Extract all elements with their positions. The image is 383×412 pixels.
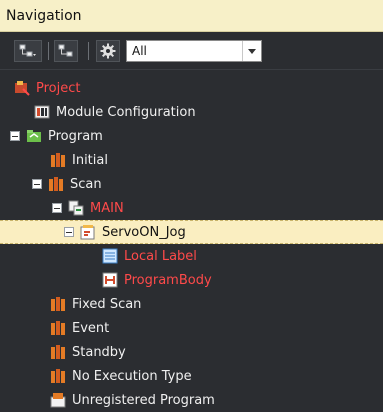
tree-item-standby[interactable]: Standby (0, 340, 383, 364)
program-type-icon (51, 369, 65, 383)
toolbar-separator (88, 42, 89, 60)
tree-expand-icon (19, 44, 36, 57)
tree-item-program-body[interactable]: ProgramBody (0, 268, 383, 292)
tree-item-label: No Execution Type (72, 368, 192, 384)
settings-icon (100, 43, 116, 59)
project-icon (15, 81, 30, 96)
tree-item-label: MAIN (90, 200, 124, 216)
collapse-toggle-icon[interactable] (10, 131, 20, 141)
program-type-icon (51, 345, 65, 359)
tree-item-label: Initial (72, 152, 108, 168)
tree-item-label: Standby (72, 344, 126, 360)
tree-item-label: Scan (70, 176, 102, 192)
tree-item-main[interactable]: MAIN (0, 196, 383, 220)
tree-item-label: Module Configuration (56, 104, 196, 120)
collapse-toggle-icon[interactable] (64, 227, 74, 237)
module-configuration-icon (34, 105, 50, 119)
filter-select-value: All (132, 44, 147, 58)
tree-item-label: Unregistered Program (72, 392, 215, 408)
collapse-toggle-icon[interactable] (52, 203, 62, 213)
toolbar-separator (48, 42, 49, 60)
expand-tree-button[interactable] (14, 40, 42, 62)
program-folder-icon (27, 130, 41, 142)
dropdown-arrow-icon[interactable] (242, 41, 261, 61)
program-block-icon (68, 200, 84, 216)
program-type-icon (51, 297, 65, 311)
collapse-toggle-icon[interactable] (32, 179, 42, 189)
tree-item-event[interactable]: Event (0, 316, 383, 340)
settings-button[interactable] (96, 40, 120, 62)
tree-item-label: ProgramBody (124, 272, 212, 288)
program-file-icon (80, 225, 95, 240)
tree-item-label: Local Label (124, 248, 197, 264)
tree-item-scan[interactable]: Scan (0, 172, 383, 196)
program-type-icon (51, 321, 65, 335)
local-label-icon (102, 248, 118, 264)
tree-item-fixed-scan[interactable]: Fixed Scan (0, 292, 383, 316)
unregistered-program-icon (50, 393, 66, 408)
program-body-icon (102, 272, 118, 288)
tree-item-unregistered-program[interactable]: Unregistered Program (0, 388, 383, 412)
tree-item-servoon-jog[interactable]: ServoON_Jog (0, 220, 383, 244)
tree-item-no-execution-type[interactable]: No Execution Type (0, 364, 383, 388)
program-type-icon (49, 177, 63, 191)
tree-item-program[interactable]: Program (0, 124, 383, 148)
program-type-icon (51, 153, 65, 167)
tree-item-module-configuration[interactable]: Module Configuration (0, 100, 383, 124)
tree-item-initial[interactable]: Initial (0, 148, 383, 172)
toolbar: All (0, 32, 383, 70)
tree-item-label: Project (36, 80, 81, 96)
window-title: Navigation (0, 0, 383, 32)
filter-select[interactable]: All (126, 40, 262, 62)
tree-item-label: Fixed Scan (72, 296, 142, 312)
tree-collapse-icon (58, 44, 73, 57)
tree-item-label: Event (72, 320, 110, 336)
tree-item-label: Program (48, 128, 103, 144)
tree-item-local-label[interactable]: Local Label (0, 244, 383, 268)
tree-item-project[interactable]: Project (0, 76, 383, 100)
collapse-tree-button[interactable] (54, 40, 78, 62)
tree-item-label: ServoON_Jog (102, 224, 186, 240)
